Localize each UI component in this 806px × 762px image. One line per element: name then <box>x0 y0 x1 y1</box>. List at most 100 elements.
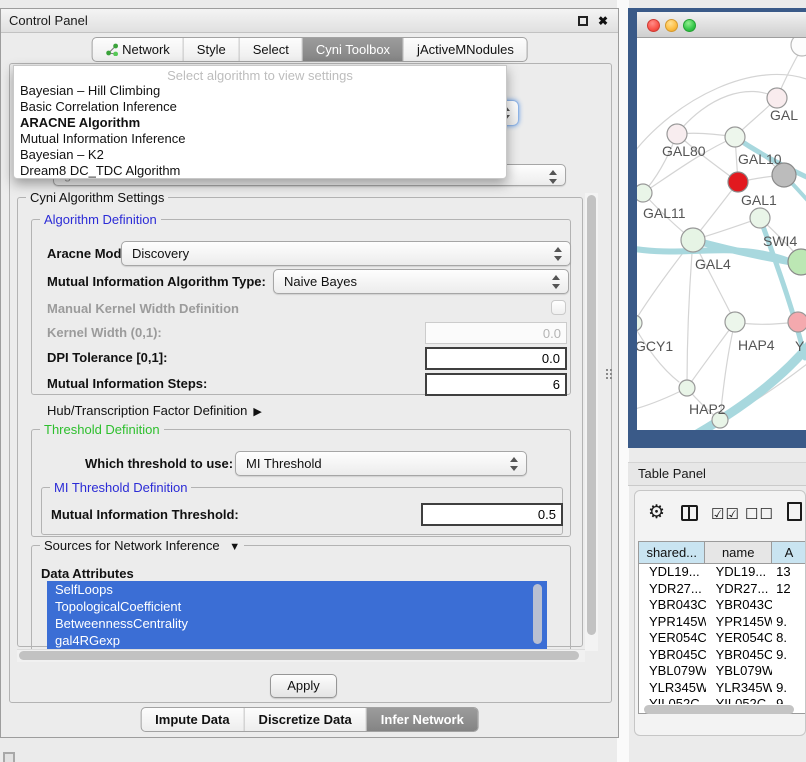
mi-algorithm-type-select[interactable]: Naive Bayes <box>273 269 569 294</box>
table-cell <box>772 597 806 614</box>
table-row[interactable]: YLR345WYLR345W9. <box>639 680 806 697</box>
table-cell: YIL052C <box>706 696 773 704</box>
algorithm-option[interactable]: Bayesian – Hill Climbing <box>14 83 506 99</box>
float-window-icon[interactable] <box>578 16 588 26</box>
network-window-titlebar[interactable] <box>637 12 806 38</box>
network-node-gal4[interactable] <box>681 228 705 252</box>
tab-label: Style <box>197 42 226 57</box>
table-cell: YDR27... <box>706 581 773 598</box>
tab-jactivemnodules[interactable]: jActiveMNodules <box>403 38 527 61</box>
expander-down-icon[interactable]: ▼ <box>229 541 240 553</box>
window-corner-grip-icon[interactable] <box>3 752 15 762</box>
column-header[interactable]: shared... <box>639 542 705 563</box>
hub-definition-expander[interactable]: Hub/Transcription Factor Definition▶ <box>47 403 262 418</box>
manual-kernel-width-checkbox[interactable] <box>551 300 566 315</box>
table-row[interactable]: YDR27...YDR27...12 <box>639 581 806 598</box>
apply-button[interactable]: Apply <box>270 674 337 698</box>
control-panel-tab-bar: Network Style SelectCyni Toolbox jActiveMNo… <box>91 37 528 62</box>
algorithm-option[interactable]: Dream8 DC_TDC Algorithm <box>14 163 506 179</box>
node-label-hap4: HAP4 <box>738 337 775 353</box>
tab-infer-network[interactable]: Infer Network <box>366 708 478 731</box>
table-cell: YPR145W <box>639 614 706 631</box>
settings-vscrollbar-thumb[interactable] <box>587 195 596 635</box>
attributes-list-scrollbar[interactable] <box>533 584 542 644</box>
table-row[interactable]: YDL19...YDL19...13 <box>639 564 806 581</box>
table-row[interactable]: YBR045CYBR045C9. <box>639 647 806 664</box>
network-node[interactable] <box>791 38 806 56</box>
data-attribute-item[interactable]: BetweennessCentrality <box>47 615 547 632</box>
stepper-arrows-icon <box>552 274 560 290</box>
zoom-traffic-light-icon[interactable] <box>683 19 696 32</box>
minimize-traffic-light-icon[interactable] <box>665 19 678 32</box>
network-node-gal10[interactable] <box>725 127 745 147</box>
table-cell: YER054C <box>706 630 773 647</box>
table-cell: 12 <box>772 581 806 598</box>
node-label-swi4: SWI4 <box>763 233 797 249</box>
tab-label: jActiveMNodules <box>417 42 514 57</box>
data-attribute-item[interactable]: TopologicalCoefficient <box>47 598 547 615</box>
table-row[interactable]: YBR043CYBR043C <box>639 597 806 614</box>
settings-hscrollbar-thumb[interactable] <box>19 651 579 660</box>
table-cell: 9. <box>772 680 806 697</box>
sources-group-title: Sources for Network Inference ▼ <box>40 538 244 553</box>
dpi-tolerance-input[interactable] <box>425 347 567 370</box>
document-icon[interactable] <box>787 502 802 521</box>
column-header[interactable]: name <box>705 542 771 563</box>
algorithm-option[interactable]: Basic Correlation Inference <box>14 99 506 115</box>
hub-definition-label: Hub/Transcription Factor Definition <box>47 403 247 418</box>
select-all-checkboxes-icon[interactable]: ☑☑ <box>711 505 740 523</box>
which-threshold-select[interactable]: MI Threshold <box>235 451 527 476</box>
algorithm-dropdown-popup: Select algorithm to view settings Bayesi… <box>13 65 507 179</box>
network-node-gal1[interactable] <box>728 172 748 192</box>
table-cell: YLR345W <box>639 680 706 697</box>
gear-icon[interactable]: ⚙ <box>648 501 665 524</box>
tab-select[interactable]: Select <box>239 38 302 61</box>
network-node-gal80[interactable] <box>667 124 687 144</box>
table-row[interactable]: YIL052CYIL052C9. <box>639 696 806 704</box>
network-canvas[interactable]: GALGAL80GAL10GAL1GAL11SWI4GAL4GCY1HAP4YH… <box>637 38 806 430</box>
table-cell: YBL079W <box>706 663 773 680</box>
table-hscrollbar-thumb[interactable] <box>644 705 794 714</box>
mi-threshold-input[interactable] <box>421 503 563 526</box>
table-row[interactable]: YER054CYER054C8. <box>639 630 806 647</box>
tab-cyni-toolbox[interactable]: Cyni Toolbox <box>302 38 403 61</box>
table-cell: YBR043C <box>639 597 706 614</box>
splitpane-grip[interactable] <box>605 368 613 379</box>
data-attributes-list[interactable]: SelfLoopsTopologicalCoefficientBetweenne… <box>47 581 547 649</box>
close-traffic-light-icon[interactable] <box>647 19 660 32</box>
tab-label: Network <box>122 42 170 57</box>
mi-algorithm-type-label: Mutual Information Algorithm Type: <box>47 269 266 294</box>
close-window-icon[interactable]: ✖ <box>598 16 608 26</box>
columns-icon[interactable] <box>681 505 698 521</box>
data-attribute-item[interactable]: SelfLoops <box>47 581 547 598</box>
network-node-gal11[interactable] <box>637 184 652 202</box>
network-node-hap2[interactable] <box>679 380 695 396</box>
mi-steps-input[interactable] <box>425 373 567 396</box>
network-node-hap4[interactable] <box>725 312 745 332</box>
network-node-gal[interactable] <box>767 88 787 108</box>
data-attribute-item[interactable]: gal4RGexp <box>47 632 547 649</box>
network-edge[interactable] <box>687 240 693 388</box>
aracne-mode-value: Discovery <box>132 246 189 261</box>
tab-network[interactable]: Network <box>92 38 183 61</box>
node-label-gal: GAL <box>770 107 798 123</box>
table-row[interactable]: YBL079WYBL079W <box>639 663 806 680</box>
tab-discretize-data[interactable]: Discretize Data <box>244 708 366 731</box>
network-node-y[interactable] <box>788 312 806 332</box>
tab-style[interactable]: Style <box>183 38 239 61</box>
node-label-gal10: GAL10 <box>738 151 782 167</box>
node-table-body: YDL19...YDL19...13YDR27...YDR27...12YBR0… <box>639 564 806 704</box>
algorithm-option[interactable]: ARACNE Algorithm <box>14 115 506 131</box>
deselect-all-checkboxes-icon[interactable]: ☐☐ <box>745 505 774 523</box>
aracne-mode-select[interactable]: Discovery <box>121 241 571 266</box>
network-node[interactable] <box>788 249 806 275</box>
column-header[interactable]: A <box>772 542 806 563</box>
algorithm-option[interactable]: Mutual Information Inference <box>14 131 506 147</box>
network-node-swi4[interactable] <box>750 208 770 228</box>
table-cell: 8. <box>772 630 806 647</box>
table-row[interactable]: YPR145WYPR145W9. <box>639 614 806 631</box>
tab-impute-data[interactable]: Impute Data <box>141 708 243 731</box>
algorithm-option[interactable]: Bayesian – K2 <box>14 147 506 163</box>
table-cell: 13 <box>772 564 806 581</box>
network-node-gcy1[interactable] <box>637 315 642 331</box>
